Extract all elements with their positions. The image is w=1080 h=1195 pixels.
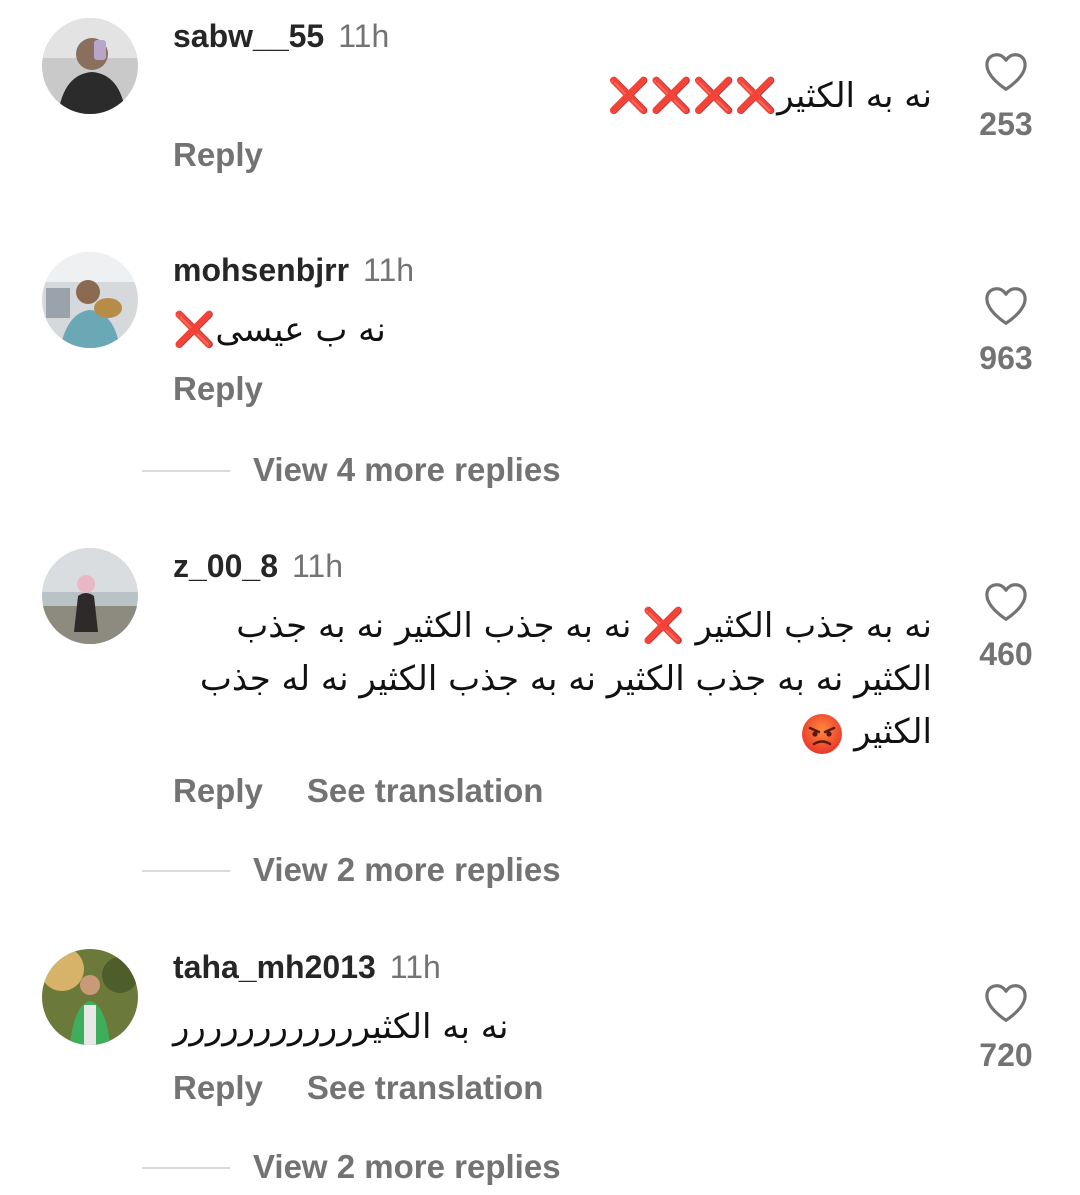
comment-item: z_00_8 11h نه به جذب الكثير ❌ نه به جذب ا… [0,546,1080,891]
heart-outline-icon[interactable] [984,582,1028,622]
like-count: 720 [979,1037,1033,1073]
reply-button[interactable]: Reply [173,370,263,407]
like-count: 460 [979,636,1033,672]
like-area[interactable]: 720 [970,983,1042,1074]
timestamp: 11h [338,18,390,54]
username[interactable]: z_00_8 [173,548,278,584]
reply-button[interactable]: Reply [173,1069,263,1106]
timestamp: 11h [389,949,441,985]
view-more-replies[interactable]: View 4 more replies [0,450,1080,490]
cross-mark-emoji: ❌ [173,310,217,350]
avatar[interactable] [42,252,138,348]
comment-item: sabw__55 11h نه به الكثير❌❌❌❌ Reply 253 [0,16,1080,206]
view-more-replies-label[interactable]: View 2 more replies [253,850,561,890]
divider [142,870,230,872]
timestamp: 11h [363,252,415,288]
like-area[interactable]: 460 [970,582,1042,673]
comment-text: نه به جذب الكثير ❌ نه به جذب الكثير نه ب… [172,600,932,759]
avatar[interactable] [42,18,138,114]
cross-mark-emoji: ❌❌❌❌ [607,76,779,116]
view-more-replies-label[interactable]: View 2 more replies [253,1147,561,1187]
view-more-replies-label[interactable]: View 4 more replies [253,450,561,490]
comment-text: نه به الكثيرررررررررررر [173,1007,509,1047]
timestamp: 11h [291,548,343,584]
comment-item: taha_mh2013 11h نه به الكثيرررررررررررر R… [0,947,1080,1192]
like-count: 963 [979,340,1033,376]
username[interactable]: taha_mh2013 [173,949,376,985]
like-count: 253 [979,106,1033,142]
comment-item: mohsenbjrr 11h نه ب عیسی❌ Reply 963 View … [0,250,1080,490]
cross-mark-emoji: ❌ [642,606,686,646]
comment-text: نه به الكثير❌❌❌❌ [607,76,932,116]
username[interactable]: mohsenbjrr [173,252,349,288]
view-more-replies[interactable]: View 2 more replies [0,850,1080,890]
avatar[interactable] [42,949,138,1045]
divider [142,470,230,472]
reply-button[interactable]: Reply [173,772,263,809]
username[interactable]: sabw__55 [173,18,324,54]
see-translation-button[interactable]: See translation [307,772,544,809]
see-translation-button[interactable]: See translation [307,1069,544,1106]
like-area[interactable]: 963 [970,286,1042,377]
view-more-replies[interactable]: View 2 more replies [0,1147,1080,1187]
divider [142,1167,230,1169]
heart-outline-icon[interactable] [984,286,1028,326]
heart-outline-icon[interactable] [984,52,1028,92]
comment-text: نه ب عیسی❌ [173,310,386,350]
heart-outline-icon[interactable] [984,983,1028,1023]
avatar[interactable] [42,548,138,644]
angry-face-emoji [801,713,843,755]
like-area[interactable]: 253 [970,52,1042,143]
reply-button[interactable]: Reply [173,136,263,173]
